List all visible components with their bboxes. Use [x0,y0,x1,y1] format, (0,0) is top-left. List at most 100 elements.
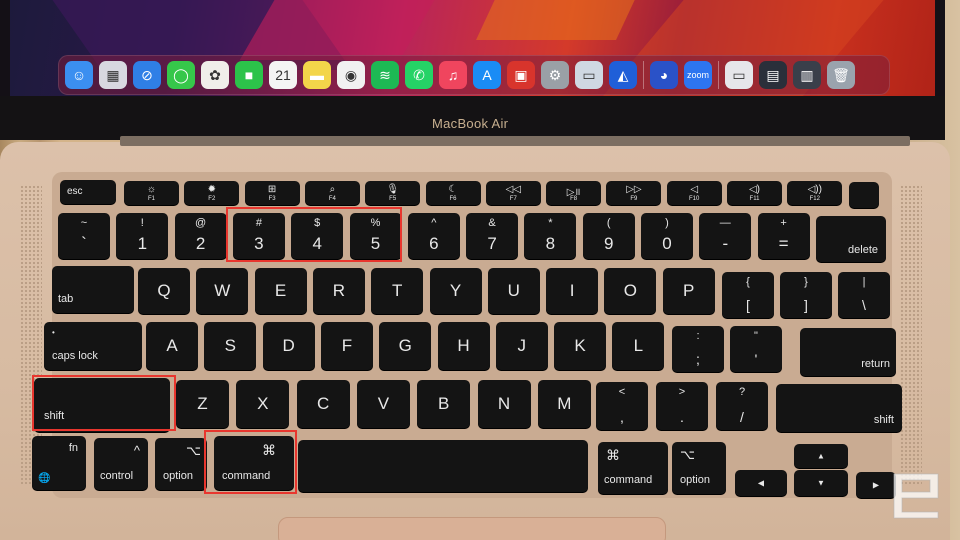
key-t[interactable]: T [371,268,424,314]
key-1[interactable]: ! 1 [116,213,169,259]
key-f8[interactable]: ▷॥ F8 [546,181,602,205]
dock-app-facetime[interactable]: ■ [235,61,263,89]
key-arrow-up[interactable]: ▲ [794,444,848,468]
dock-app-system-preferences[interactable]: ⚙ [541,61,569,89]
key-n[interactable]: N [477,380,531,428]
dock-app-podcast-app[interactable]: ◕ [650,61,678,89]
key-x[interactable]: X [236,380,290,428]
trackpad[interactable] [278,517,666,540]
dock-app-preview[interactable]: ▭ [575,61,603,89]
key-caps-lock[interactable]: • caps lock [44,322,142,370]
dock-app-window-preview-2[interactable]: ▤ [759,61,787,89]
key-q[interactable]: Q [138,268,190,314]
key-9[interactable]: (9 [582,213,635,259]
key-0[interactable]: ) 0 [641,213,693,259]
key-command-right[interactable]: ⌘ command [598,442,668,494]
dock-app-zoom[interactable]: zoom [684,61,712,89]
key-b[interactable]: B [417,380,471,428]
key-control[interactable]: ^ control [94,438,148,490]
key-punct[interactable]: <, [596,382,648,430]
key-i[interactable]: I [546,268,599,314]
key-delete[interactable]: delete [816,216,886,262]
dock-app-photos[interactable]: ✿ [201,61,229,89]
dock-app-music[interactable]: ♫ [439,61,467,89]
key-f9[interactable]: ▷▷ F9 [606,181,662,205]
key-w[interactable]: W [196,268,249,314]
key-f6[interactable]: ☾ F6 [425,181,481,205]
key-bracket[interactable]: | \ [838,272,890,318]
key-fn[interactable]: fn 🌐 [32,436,86,490]
key-p[interactable]: P [662,268,715,314]
dock-app-window-preview-3[interactable]: ▥ [793,61,821,89]
key-c[interactable]: C [296,380,350,428]
key-j[interactable]: J [495,322,548,370]
key-punct[interactable]: :; [672,326,724,372]
key-label: = [778,234,789,253]
key-option-left[interactable]: ⌥ option [155,438,207,490]
key-bracket[interactable]: }] [780,272,832,318]
key-a[interactable]: A [146,322,198,370]
key-shift-right[interactable]: shift [776,384,902,432]
dock-app-spotify[interactable]: ≋ [371,61,399,89]
dock-app-messages[interactable]: ◯ [167,61,195,89]
key-6[interactable]: ^ 6 [407,213,460,259]
key-esc[interactable]: esc [60,180,116,204]
key-option-right[interactable]: ⌥ option [672,442,726,494]
dock-app-finder[interactable]: ☺ [65,61,93,89]
key-y[interactable]: Y [429,268,482,314]
dock-app-launchpad[interactable]: ▦ [99,61,127,89]
key-f12[interactable]: ◁)) F12 [787,181,843,205]
key-u[interactable]: U [487,268,540,314]
dock-app-chrome[interactable]: ◉ [337,61,365,89]
key-f7[interactable]: ◁◁ F7 [485,181,541,205]
key-2[interactable]: @2 [174,213,227,259]
key-return[interactable]: return [800,328,896,376]
key-f2[interactable]: ✹ F2 [184,181,240,205]
key--[interactable]: — - [699,213,752,259]
key-`[interactable]: ~ ` [58,213,110,259]
key-l[interactable]: L [612,322,665,370]
key-r[interactable]: R [312,268,365,314]
key-arrow-down[interactable]: ▼ [794,470,848,496]
key-f5[interactable]: 🎙 F5 [365,181,421,205]
engadget-logo-icon [893,473,939,519]
dock-app-whatsapp[interactable]: ✆ [405,61,433,89]
key-g[interactable]: G [379,322,432,370]
key-d[interactable]: D [262,322,315,370]
key-=[interactable]: + = [757,213,810,259]
dock-app-app-store[interactable]: A [473,61,501,89]
key-space[interactable] [298,440,588,492]
key-f11[interactable]: ◁) F11 [727,181,782,205]
key-arrow-left[interactable]: ◀ [735,470,787,496]
key-z[interactable]: Z [176,380,229,428]
key-touch-id[interactable] [849,182,879,208]
key-f[interactable]: F [320,322,373,370]
dock-app-window-preview-1[interactable]: ▭ [725,61,753,89]
key-k[interactable]: K [554,322,607,370]
key-m[interactable]: M [537,380,591,428]
key-f10[interactable]: ◁ F10 [666,181,722,205]
dock-app-photo-booth[interactable]: ▣ [507,61,535,89]
key-tab[interactable]: tab [52,266,134,313]
key-e[interactable]: E [254,268,307,314]
dock-app-trash[interactable]: 🗑 [827,61,855,89]
dock-app-game-controller[interactable]: ◭ [609,61,637,89]
dock-app-safari[interactable]: ⊘ [133,61,161,89]
key-punct[interactable]: >. [656,382,708,430]
key-f1[interactable]: ☼ F1 [124,181,179,205]
key-8[interactable]: * 8 [524,213,577,259]
key-bracket[interactable]: {[ [722,272,774,318]
key-f4[interactable]: ⌕ F4 [304,181,360,205]
key-o[interactable]: O [604,268,657,314]
key-v[interactable]: V [356,380,410,428]
key-7[interactable]: & 7 [466,213,519,259]
key-h[interactable]: H [437,322,490,370]
key-punct[interactable]: " ' [730,326,782,372]
key-s[interactable]: S [204,322,257,370]
dock-app-notes[interactable]: ▬ [303,61,331,89]
key-f3[interactable]: ⊞ F3 [244,181,300,205]
function-icon: ◁) [748,184,761,195]
option-icon: ⌥ [680,447,695,462]
dock-app-calendar[interactable]: 21 [269,61,297,89]
key-punct[interactable]: ? / [716,382,768,430]
